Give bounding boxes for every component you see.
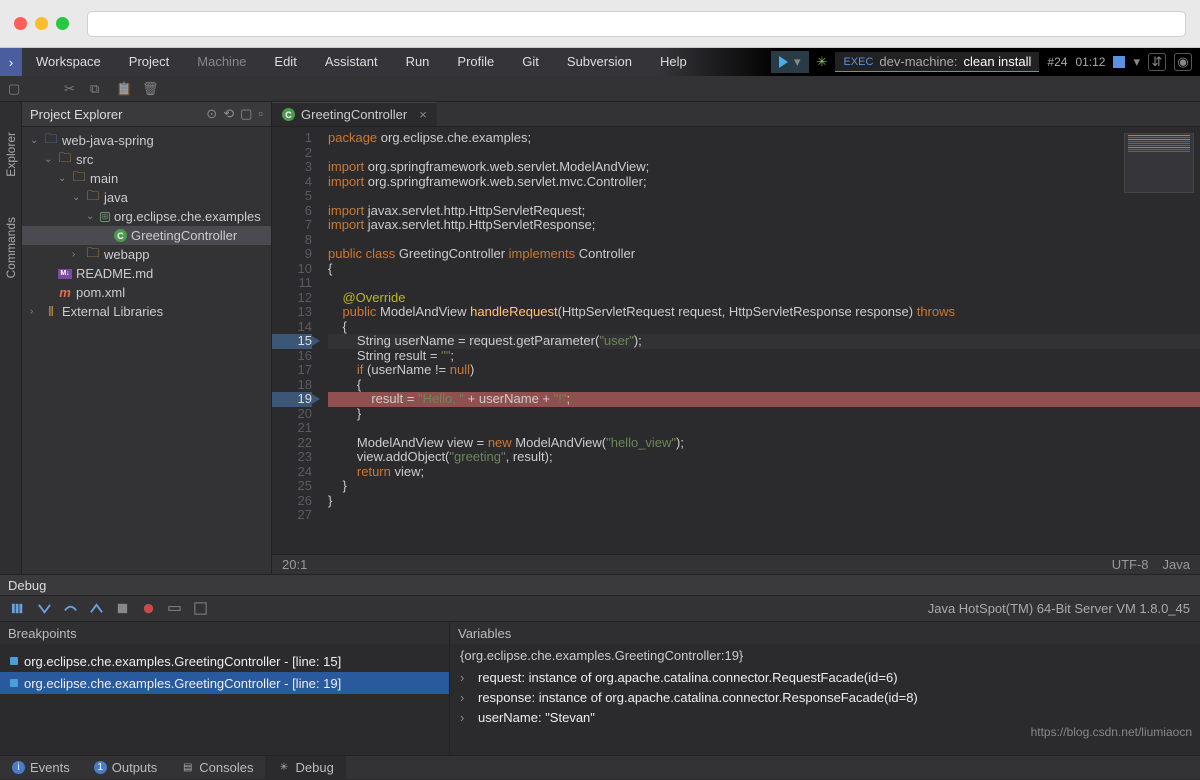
menu-machine[interactable]: Machine — [183, 48, 260, 76]
variable-item[interactable]: ›request: instance of org.apache.catalin… — [460, 667, 1190, 687]
link-icon[interactable]: ⊙ — [206, 106, 217, 122]
editor-tab[interactable]: C GreetingController × — [272, 102, 437, 126]
explorer-title: Project Explorer — [30, 107, 122, 122]
explorer-tab[interactable]: Explorer — [4, 132, 18, 177]
close-panel-icon[interactable]: ▫ — [258, 106, 263, 122]
breakpoint-item[interactable]: org.eclipse.che.examples.GreetingControl… — [0, 672, 449, 694]
class-icon: C — [282, 108, 295, 121]
jvm-info: Java HotSpot(TM) 64-Bit Server VM 1.8.0_… — [928, 601, 1190, 616]
breakpoints-title: Breakpoints — [0, 622, 449, 644]
variables-title: Variables — [450, 622, 1200, 644]
cursor-position: 20:1 — [282, 557, 307, 572]
run-button[interactable]: ▾ — [771, 51, 809, 73]
tree-node[interactable]: ⌄🗀java — [22, 188, 271, 207]
command-display[interactable]: EXEC dev-machine: clean install — [835, 52, 1039, 72]
tree-node[interactable]: ›🗀webapp — [22, 245, 271, 264]
bottom-tab-outputs[interactable]: 1Outputs — [82, 756, 170, 780]
settings-icon[interactable]: ◉ — [1174, 53, 1192, 71]
menu-help[interactable]: Help — [646, 48, 701, 76]
watermark: https://blog.csdn.net/liumiaocn — [1031, 725, 1192, 739]
disconnect-icon[interactable] — [166, 601, 182, 617]
file-tree: ⌄🗀web-java-spring⌄🗀src⌄🗀main⌄🗀java⌄⊞org.… — [22, 127, 271, 574]
editor-area: C GreetingController × 12345678910111213… — [272, 102, 1200, 574]
breakpoint-item[interactable]: org.eclipse.che.examples.GreetingControl… — [0, 650, 449, 672]
evaluate-icon[interactable] — [192, 601, 208, 617]
menu-profile[interactable]: Profile — [443, 48, 508, 76]
tab-label: GreetingController — [301, 107, 407, 122]
commands-tab[interactable]: Commands — [4, 217, 18, 278]
close-traffic-light[interactable] — [14, 17, 27, 30]
menu-run[interactable]: Run — [392, 48, 444, 76]
menu-bar: › WorkspaceProjectMachineEditAssistantRu… — [0, 48, 1200, 76]
menu-edit[interactable]: Edit — [260, 48, 310, 76]
variable-item[interactable]: ›response: instance of org.apache.catali… — [460, 687, 1190, 707]
app-menu-button[interactable]: › — [0, 48, 22, 76]
run-machine: dev-machine: — [879, 54, 957, 69]
run-time: 01:12 — [1075, 55, 1105, 69]
cut-icon[interactable]: ✂ — [64, 81, 80, 97]
breakpoints-panel: Breakpoints org.eclipse.che.examples.Gre… — [0, 622, 450, 755]
debug-panel-header: Debug — [0, 574, 1200, 596]
play-icon — [779, 56, 788, 68]
debug-toolbar: Java HotSpot(TM) 64-Bit Server VM 1.8.0_… — [0, 596, 1200, 622]
delete-icon[interactable]: 🗑 — [142, 81, 158, 97]
progress-icon — [1113, 56, 1125, 68]
url-field[interactable] — [87, 11, 1186, 37]
bottom-tabs: iEvents1Outputs▤Consoles✳Debug — [0, 755, 1200, 779]
project-explorer: Project Explorer ⊙ ⟲ ▢ ▫ ⌄🗀web-java-spri… — [22, 102, 272, 574]
encoding-label[interactable]: UTF-8 — [1112, 557, 1149, 572]
bottom-tab-events[interactable]: iEvents — [0, 756, 82, 780]
step-into-icon[interactable] — [36, 601, 52, 617]
run-number: #24 — [1047, 55, 1067, 69]
tree-node[interactable]: CGreetingController — [22, 226, 271, 245]
tree-node[interactable]: M↓README.md — [22, 264, 271, 283]
paste-icon[interactable]: 📋 — [116, 81, 132, 97]
debug-title: Debug — [8, 578, 46, 593]
tree-node[interactable]: ⌄🗀main — [22, 169, 271, 188]
menu-assistant[interactable]: Assistant — [311, 48, 392, 76]
stop-icon[interactable] — [114, 601, 130, 617]
line-gutter[interactable]: 1234567891011121314151617181920212223242… — [272, 127, 320, 554]
tree-node[interactable]: ›⫴External Libraries — [22, 302, 271, 321]
step-out-icon[interactable] — [88, 601, 104, 617]
variable-item[interactable]: ›userName: "Stevan" — [460, 707, 1190, 727]
tree-node[interactable]: ⌄🗀src — [22, 150, 271, 169]
menu-project[interactable]: Project — [115, 48, 183, 76]
menu-workspace[interactable]: Workspace — [22, 48, 115, 76]
code-editor[interactable]: package org.eclipse.che.examples; import… — [320, 127, 1200, 554]
zoom-traffic-light[interactable] — [56, 17, 69, 30]
tree-node[interactable]: ⌄🗀web-java-spring — [22, 131, 271, 150]
min-icon[interactable]: ▢ — [240, 106, 252, 122]
exec-label: EXEC — [843, 56, 873, 68]
menu-git[interactable]: Git — [508, 48, 553, 76]
bottom-tab-consoles[interactable]: ▤Consoles — [169, 756, 265, 780]
run-command: clean install — [963, 54, 1031, 69]
left-sidebar-tabs: Explorer Commands — [0, 102, 22, 574]
explorer-header: Project Explorer ⊙ ⟲ ▢ ▫ — [22, 102, 271, 127]
breakpoint-toggle-icon[interactable] — [140, 601, 156, 617]
copy-icon[interactable]: ⧉ — [90, 81, 106, 97]
language-label[interactable]: Java — [1163, 557, 1190, 572]
tree-node[interactable]: mpom.xml — [22, 283, 271, 302]
tree-node[interactable]: ⌄⊞org.eclipse.che.examples — [22, 207, 271, 226]
new-file-icon[interactable]: ▢ — [8, 81, 24, 97]
editor-tabs: C GreetingController × — [272, 102, 1200, 127]
close-tab-icon[interactable]: × — [419, 107, 427, 122]
split-icon[interactable]: ⇵ — [1148, 53, 1166, 71]
minimap[interactable] — [1124, 133, 1194, 193]
resume-icon[interactable] — [10, 601, 26, 617]
menu-subversion[interactable]: Subversion — [553, 48, 646, 76]
window-titlebar — [0, 0, 1200, 48]
minimize-traffic-light[interactable] — [35, 17, 48, 30]
debug-run-icon[interactable]: ✳ — [817, 54, 828, 70]
step-over-icon[interactable] — [62, 601, 78, 617]
toolbar: ▢ ✂ ⧉ 📋 🗑 — [0, 76, 1200, 102]
editor-status-bar: 20:1 UTF-8 Java — [272, 554, 1200, 574]
bottom-tab-debug[interactable]: ✳Debug — [265, 756, 345, 780]
variables-context: {org.eclipse.che.examples.GreetingContro… — [450, 644, 1200, 667]
collapse-icon[interactable]: ⟲ — [223, 106, 234, 122]
